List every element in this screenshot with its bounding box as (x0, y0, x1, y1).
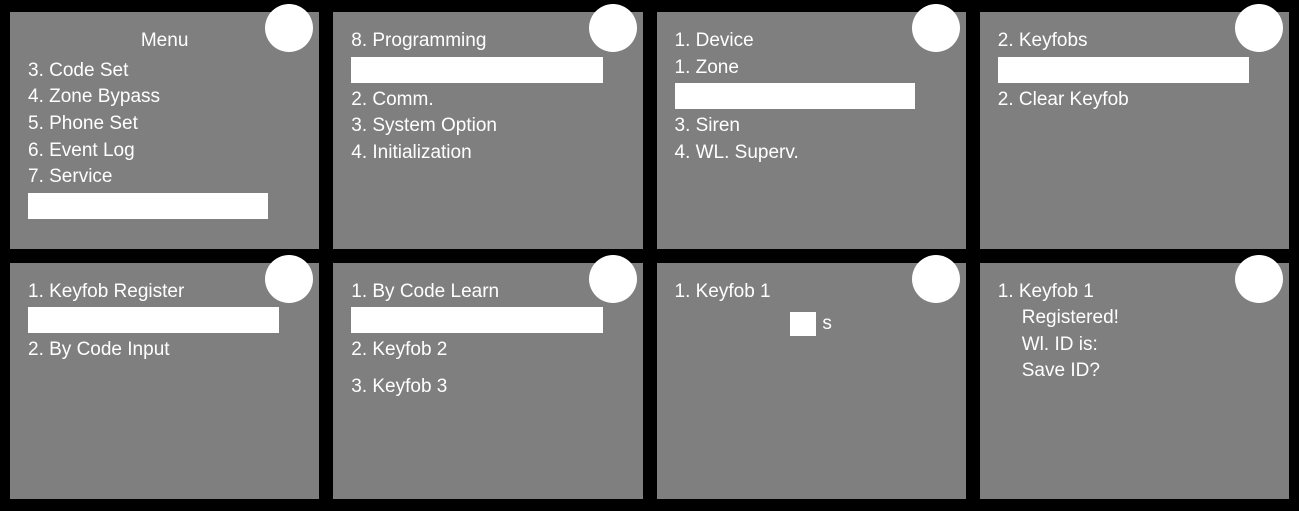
highlight-bar (998, 57, 1249, 83)
panel-programming: 8. Programming 2. Comm. 3. System Option… (333, 12, 642, 249)
screen-grid: Menu 3. Code Set 4. Zone Bypass 5. Phone… (0, 0, 1299, 511)
seconds-suffix: s (822, 313, 832, 334)
panel-menu: Menu 3. Code Set 4. Zone Bypass 5. Phone… (10, 12, 319, 249)
step-dot (1235, 255, 1283, 303)
menu-item: 1. Keyfob 1 (675, 279, 948, 306)
menu-item: 2. Keyfobs (998, 28, 1271, 55)
menu-item: 7. Service (28, 164, 301, 191)
status-line: Registered! (998, 305, 1271, 332)
step-dot (912, 255, 960, 303)
step-dot (265, 4, 313, 52)
menu-item: 5. Phone Set (28, 111, 301, 138)
status-line: Wl. ID is: (998, 332, 1271, 359)
menu-item: 8. Programming (351, 28, 624, 55)
step-dot (589, 255, 637, 303)
panel-device: 1. Device 1. Zone 3. Siren 4. WL. Superv… (657, 12, 966, 249)
menu-item: 3. Code Set (28, 58, 301, 85)
panel-title: Menu (28, 28, 301, 54)
highlight-bar (351, 57, 602, 83)
step-dot (912, 4, 960, 52)
menu-item: 2. Comm. (351, 87, 624, 114)
highlight-bar (675, 83, 915, 109)
step-dot (265, 255, 313, 303)
highlight-bar (351, 307, 602, 333)
panel-code-learn: 1. By Code Learn 2. Keyfob 2 3. Keyfob 3 (333, 263, 642, 500)
menu-item: 2. By Code Input (28, 337, 301, 364)
menu-item: 1. Device (675, 28, 948, 55)
highlight-bar (28, 193, 268, 219)
status-line: Save ID? (998, 358, 1271, 385)
menu-item: 3. Keyfob 3 (351, 374, 624, 401)
countdown-box (790, 312, 816, 336)
menu-item: 1. Keyfob Register (28, 279, 301, 306)
panel-keyfobs: 2. Keyfobs 2. Clear Keyfob (980, 12, 1289, 249)
menu-item: 3. System Option (351, 113, 624, 140)
menu-item: 1. By Code Learn (351, 279, 624, 306)
panel-keyfob-register: 1. Keyfob Register 2. By Code Input (10, 263, 319, 500)
step-dot (589, 4, 637, 52)
menu-item: 4. WL. Superv. (675, 140, 948, 167)
menu-item: 6. Event Log (28, 138, 301, 165)
menu-item: 4. Initialization (351, 140, 624, 167)
menu-item: 2. Clear Keyfob (998, 87, 1271, 114)
panel-keyfob1-wait: 1. Keyfob 1 s (657, 263, 966, 500)
menu-item: 1. Keyfob 1 (998, 279, 1271, 306)
menu-item: 4. Zone Bypass (28, 84, 301, 111)
menu-item: 2. Keyfob 2 (351, 337, 624, 364)
countdown-row: s (675, 311, 948, 337)
menu-item: 1. Zone (675, 55, 948, 82)
highlight-bar (28, 307, 279, 333)
panel-keyfob1-registered: 1. Keyfob 1 Registered! Wl. ID is: Save … (980, 263, 1289, 500)
menu-item: 3. Siren (675, 113, 948, 140)
step-dot (1235, 4, 1283, 52)
